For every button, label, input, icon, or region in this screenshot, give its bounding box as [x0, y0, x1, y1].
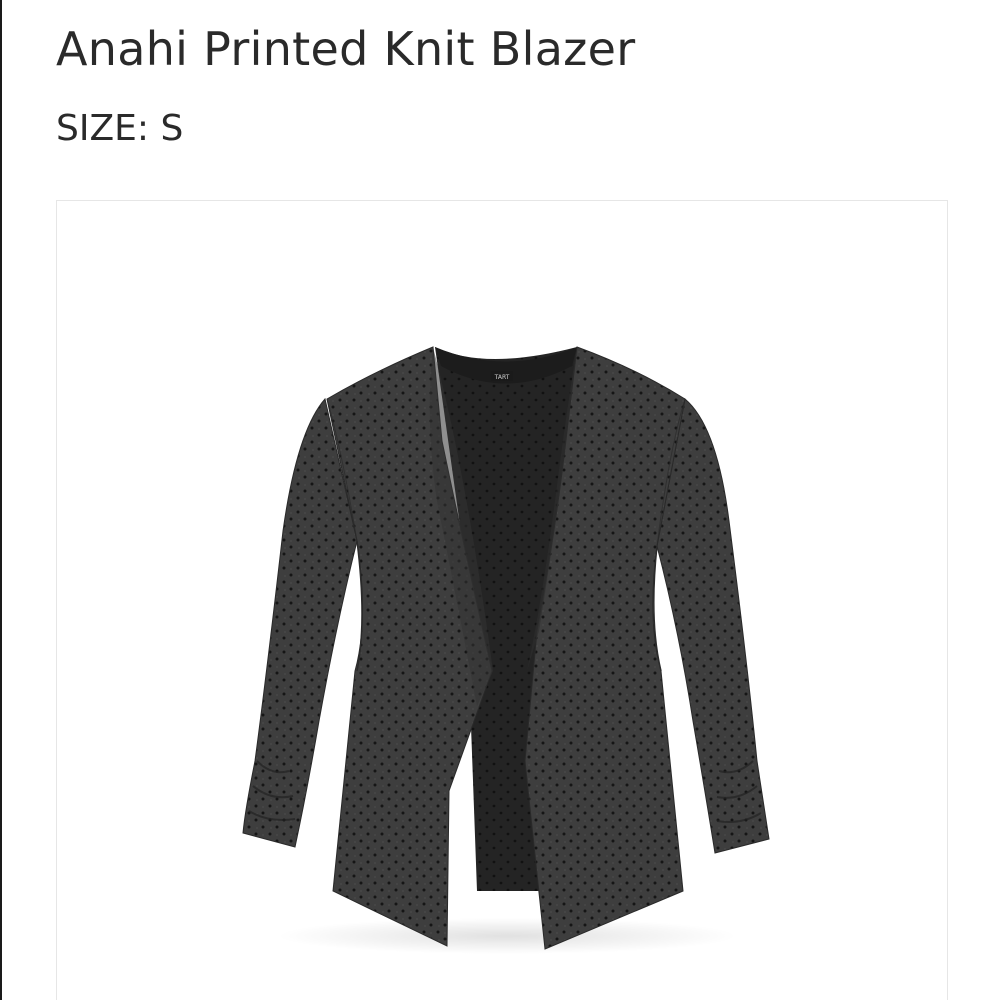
product-title: Anahi Printed Knit Blazer [56, 22, 636, 76]
garment-label: TART [494, 374, 510, 381]
product-image-card[interactable]: TART [56, 200, 948, 1000]
blazer-product-image: TART [242, 346, 770, 954]
product-detail-page: Anahi Printed Knit Blazer SIZE: S TART [0, 0, 1000, 1000]
product-size: SIZE: S [56, 108, 184, 149]
